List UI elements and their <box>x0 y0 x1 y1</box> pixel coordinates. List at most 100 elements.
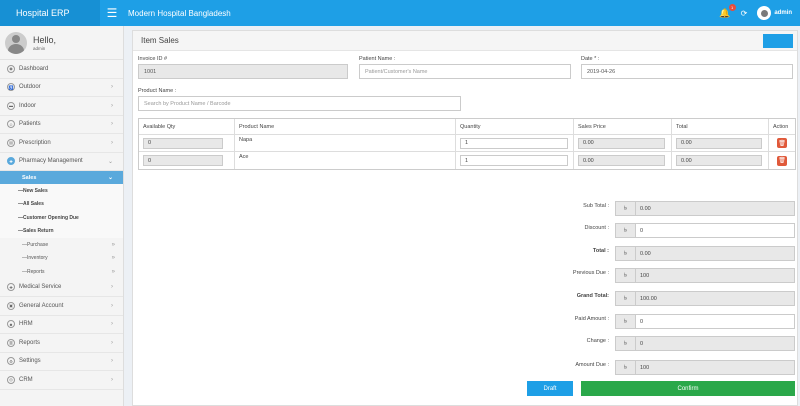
sub-total-field: ৳ 0.00 <box>615 201 795 216</box>
dashboard-icon: ◉ <box>7 64 15 73</box>
top-right-controls: 🔔 1 ⟳ admin <box>719 0 792 26</box>
page-title: Item Sales <box>141 36 179 45</box>
patient-icon: ☺ <box>7 120 15 129</box>
col-total: Total <box>672 119 769 134</box>
table-header: Available Qty Product Name Quantity Sale… <box>139 119 795 135</box>
product-name-cell: Ace <box>235 152 456 169</box>
table-row: 0 Ace 1 0.00 0.00 🗑 <box>139 152 795 169</box>
chevron-down-icon: ⌄ <box>107 158 113 165</box>
user-menu[interactable]: admin <box>757 6 792 20</box>
sidebar-item-inventory[interactable]: — Inventory» <box>0 252 123 266</box>
outdoor-icon: ♿ <box>7 83 15 92</box>
table-row: 0 Napa 1 0.00 0.00 🗑 <box>139 135 795 152</box>
view-all-button[interactable] <box>763 34 793 48</box>
sidebar-item-crm[interactable]: ◎ CRM › <box>0 371 123 390</box>
card-header: Item Sales <box>133 31 797 51</box>
available-qty-field: 0 <box>143 137 224 149</box>
product-search-input[interactable]: Search by Product Name / Barcode <box>138 96 461 111</box>
double-chevron-right-icon: » <box>111 268 115 275</box>
menu-toggle-icon[interactable]: ☰ <box>100 0 124 26</box>
discount-input[interactable]: ৳ 0 <box>615 223 795 238</box>
total-field: 0.00 <box>676 155 763 166</box>
change-field: ৳ 0 <box>615 336 795 351</box>
taka-icon: ৳ <box>616 292 636 305</box>
available-qty-field: 0 <box>143 155 224 166</box>
paid-amount-input[interactable]: ৳ 0 <box>615 314 795 329</box>
total-label: Total : <box>592 248 609 254</box>
product-name-label: Product Name : <box>138 88 177 94</box>
sidebar-item-sales-return[interactable]: — Sales Return <box>0 224 123 238</box>
avatar <box>5 31 27 54</box>
bed-icon: ▬ <box>7 101 15 110</box>
delete-icon[interactable]: 🗑 <box>777 155 787 166</box>
col-action: Action <box>773 123 789 130</box>
chevron-down-icon: ⌄ <box>107 175 113 181</box>
sidebar-item-new-sales[interactable]: — New Sales <box>0 184 123 198</box>
pharmacy-icon: ✚ <box>7 157 15 166</box>
date-input[interactable]: 2019-04-26 <box>581 64 793 79</box>
app-title: Modern Hospital Bangladesh <box>128 8 231 18</box>
settings-icon: ⚙ <box>7 357 15 366</box>
taka-icon: ৳ <box>616 315 636 328</box>
sidebar-item-pharmacy[interactable]: ✚ Pharmacy Management ⌄ <box>0 152 123 171</box>
sidebar-item-pharmacy-reports[interactable]: — Reports» <box>0 265 123 279</box>
confirm-button[interactable]: Confirm <box>581 381 795 396</box>
date-label: Date * : <box>581 56 600 62</box>
sidebar-item-indoor[interactable]: ▬ Indoor › <box>0 97 123 116</box>
double-chevron-right-icon: » <box>111 255 115 262</box>
sidebar-item-outdoor[interactable]: ♿ Outdoor › <box>0 79 123 97</box>
prescription-icon: ▤ <box>7 138 15 147</box>
sales-price-field: 0.00 <box>578 155 666 166</box>
user-profile: Hello, admin <box>0 26 123 60</box>
taka-icon: ৳ <box>616 361 636 374</box>
draft-button[interactable]: Draft <box>527 381 573 396</box>
sidebar-item-customer-opening-due[interactable]: — Customer Opening Due <box>0 211 123 225</box>
taka-icon: ৳ <box>616 247 636 260</box>
taka-icon: ৳ <box>616 337 636 350</box>
total-field: 0.00 <box>676 137 763 149</box>
sidebar-item-sales[interactable]: Sales ⌄ <box>0 171 123 184</box>
quantity-input[interactable]: 1 <box>460 137 569 149</box>
account-icon: ▣ <box>7 301 15 310</box>
top-bar: Hospital ERP ☰ Modern Hospital Banglades… <box>0 0 800 26</box>
col-quantity: Quantity <box>456 119 574 134</box>
previous-due-field: ৳ 100 <box>615 268 795 283</box>
product-name-cell: Napa <box>235 135 456 151</box>
previous-due-label: Previous Due : <box>572 270 609 276</box>
total-field: ৳ 0.00 <box>615 246 795 261</box>
invoice-id-label: Invoice ID # <box>138 56 168 62</box>
grand-total-label: Grand Total: <box>576 293 609 299</box>
quantity-input[interactable]: 1 <box>460 155 569 166</box>
sidebar-item-purchase[interactable]: — Purchase» <box>0 238 123 252</box>
sidebar: Hello, admin ◉ Dashboard ♿ Outdoor › ▬ I… <box>0 26 124 406</box>
chevron-right-icon: › <box>111 121 113 128</box>
discount-label: Discount : <box>584 225 609 231</box>
user-name: admin <box>774 10 792 16</box>
col-product-name: Product Name <box>235 119 456 134</box>
chevron-right-icon: › <box>111 302 113 309</box>
sidebar-item-hrm[interactable]: ☻ HRM › <box>0 316 123 334</box>
chevron-right-icon: › <box>111 84 113 91</box>
patient-name-label: Patient Name : <box>359 56 396 62</box>
items-table: Available Qty Product Name Quantity Sale… <box>138 118 796 170</box>
grand-total-field: ৳ 100.00 <box>615 291 795 306</box>
chevron-right-icon: › <box>111 358 113 365</box>
invoice-id-field: 1001 <box>138 64 348 79</box>
sidebar-item-medical-service[interactable]: ✚ Medical Service › <box>0 279 123 297</box>
sidebar-item-settings[interactable]: ⚙ Settings › <box>0 353 123 371</box>
refresh-icon[interactable]: ⟳ <box>741 9 748 18</box>
sidebar-item-prescription[interactable]: ▤ Prescription › <box>0 134 123 153</box>
brand-logo[interactable]: Hospital ERP <box>0 0 100 26</box>
sidebar-item-general-account[interactable]: ▣ General Account › <box>0 297 123 316</box>
chevron-right-icon: › <box>111 339 113 346</box>
sidebar-item-reports[interactable]: ▥ Reports › <box>0 334 123 353</box>
delete-icon[interactable]: 🗑 <box>777 138 787 148</box>
taka-icon: ৳ <box>616 224 636 237</box>
sidebar-item-patients[interactable]: ☺ Patients › <box>0 116 123 134</box>
patient-name-input[interactable]: Patient/Customer's Name <box>359 64 571 79</box>
notification-bell-icon[interactable]: 🔔 1 <box>719 3 736 19</box>
profile-role: admin <box>33 45 46 51</box>
sidebar-item-all-sales[interactable]: — All Sales <box>0 197 123 211</box>
chevron-right-icon: › <box>111 139 113 146</box>
sidebar-item-dashboard[interactable]: ◉ Dashboard <box>0 60 123 79</box>
